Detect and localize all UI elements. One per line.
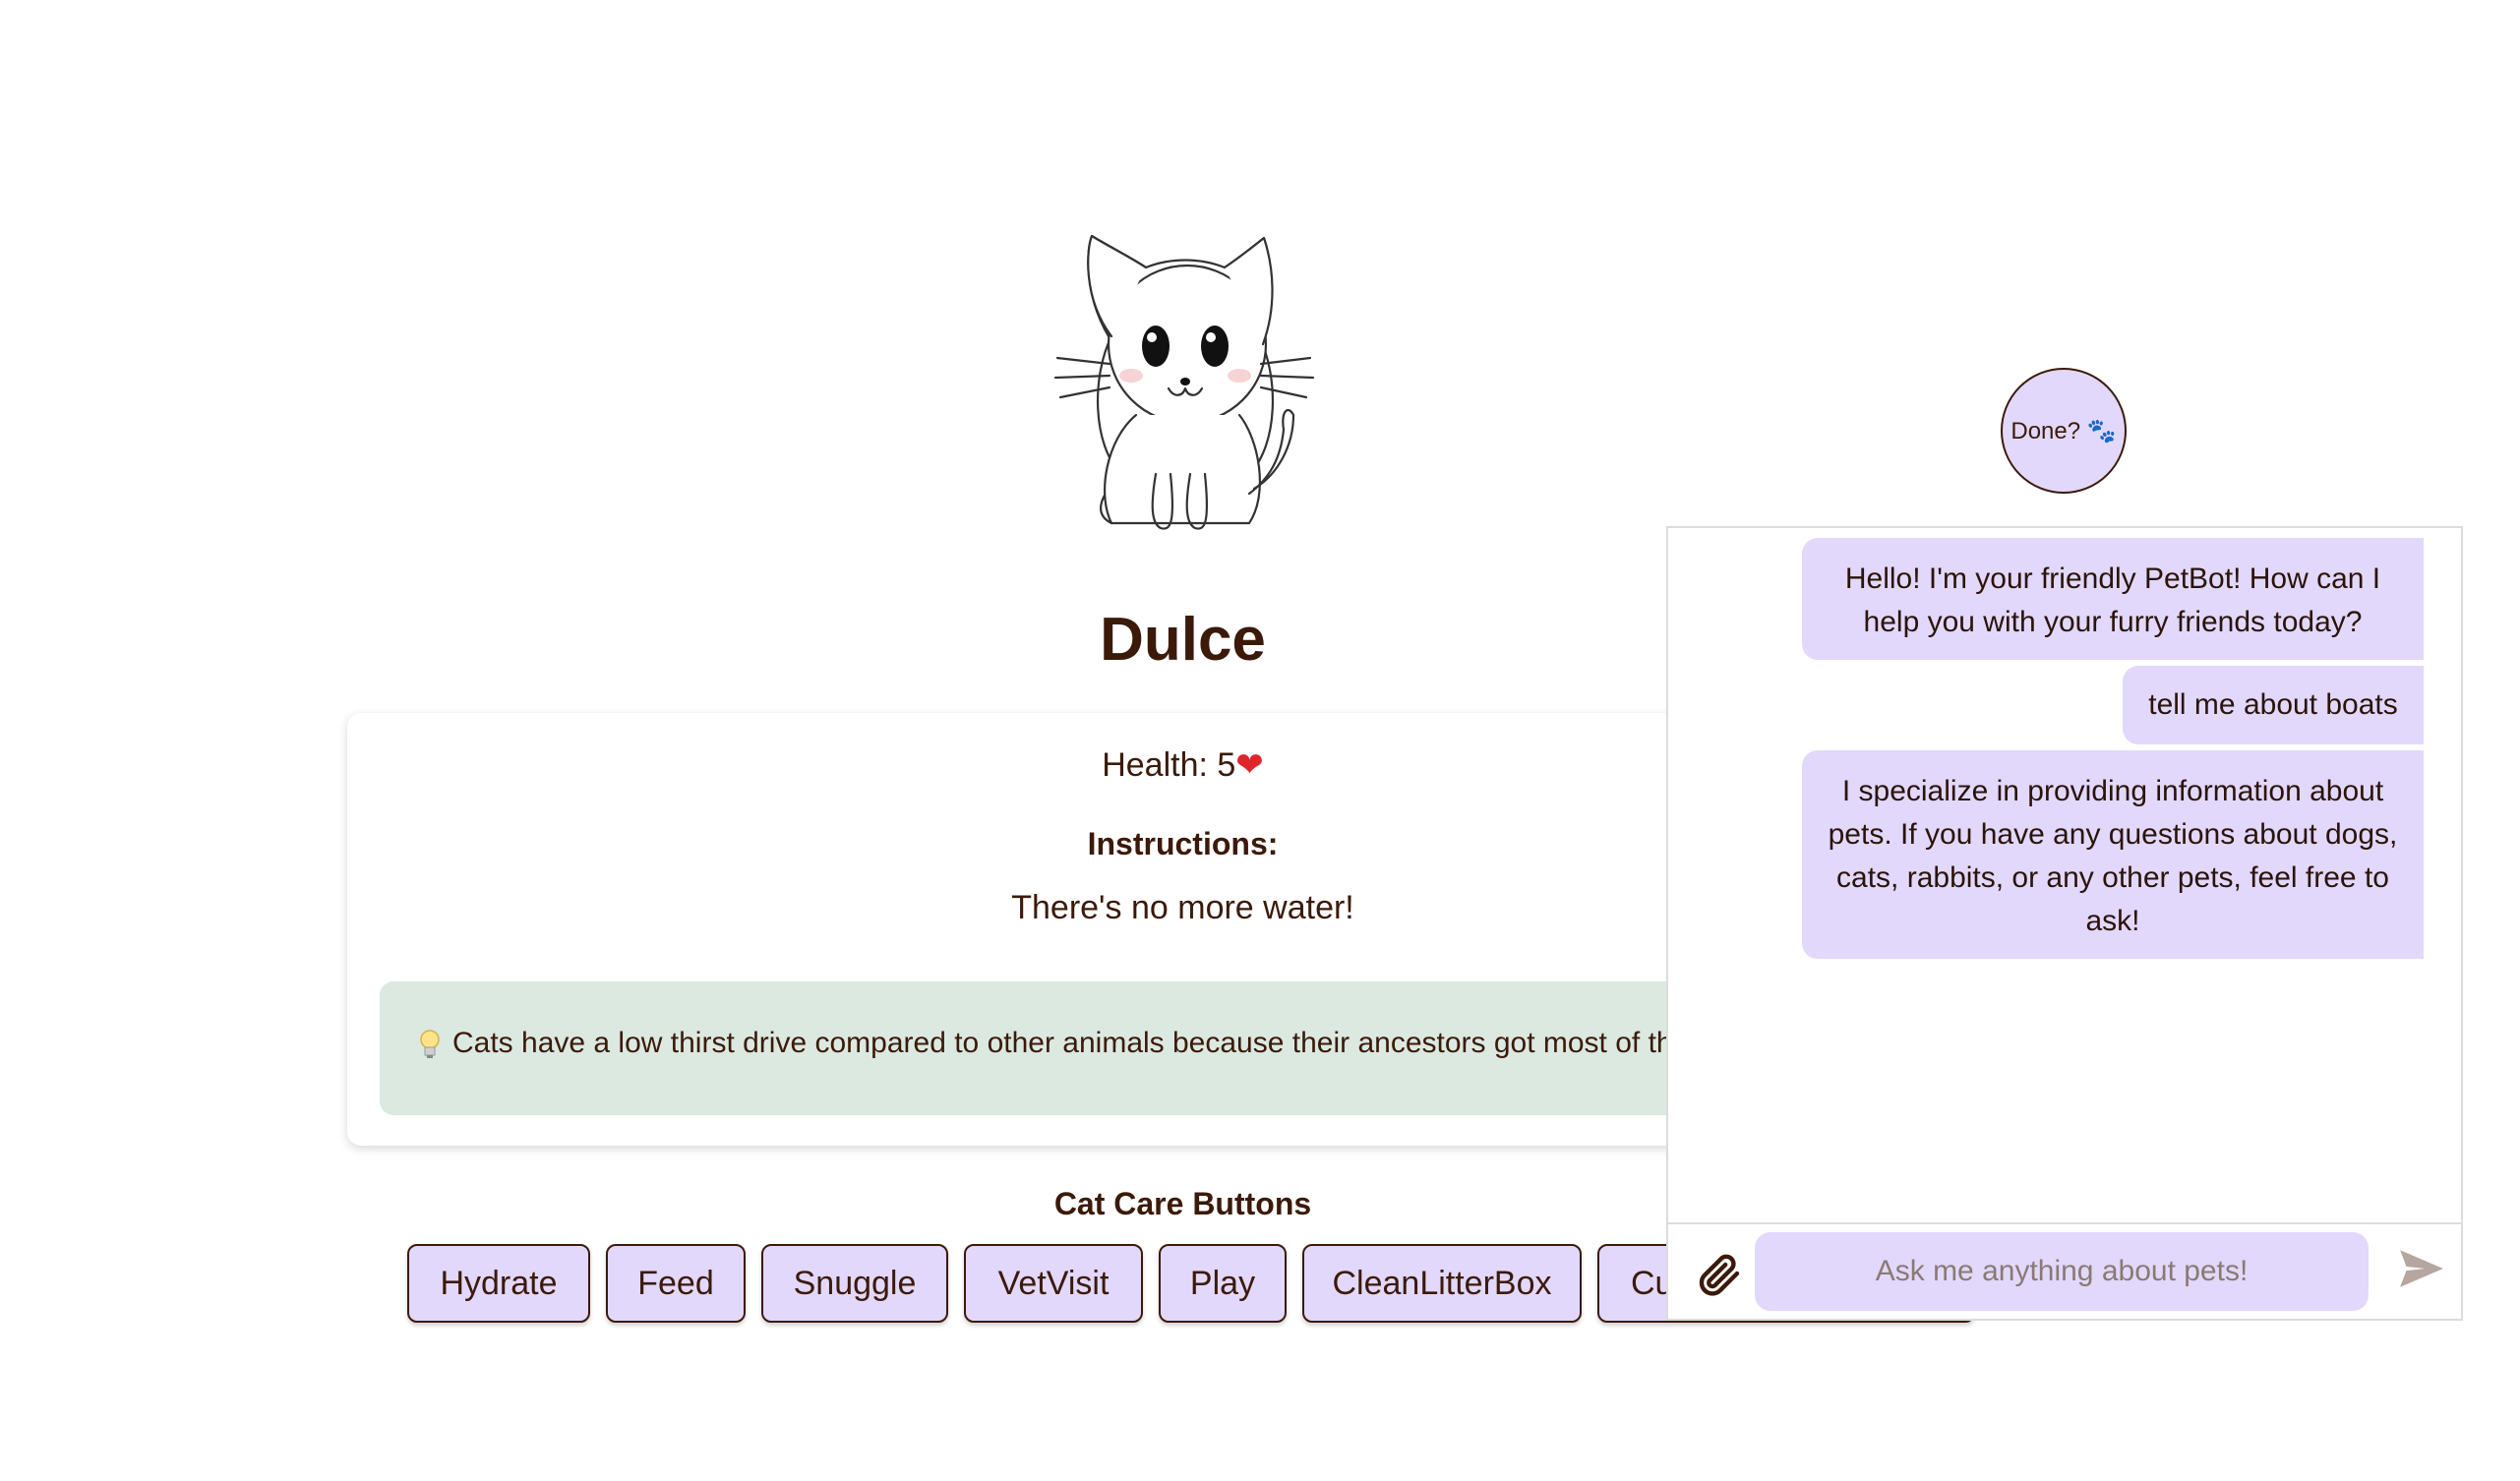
heart-icon: ❤	[1235, 746, 1264, 784]
cat-icon	[1053, 234, 1315, 530]
cleanlitterbox-button[interactable]: CleanLitterBox	[1302, 1244, 1582, 1323]
lightbulb-icon	[420, 1030, 440, 1059]
user-message: tell me about boats	[2123, 666, 2424, 744]
bot-message: Hello! I'm your friendly PetBot! How can…	[1802, 538, 2424, 660]
send-icon[interactable]	[2396, 1244, 2445, 1293]
fact-banner: Cats have a low thirst drive compared to…	[380, 981, 1855, 1115]
play-button[interactable]: Play	[1159, 1244, 1287, 1323]
vetvisit-button[interactable]: VetVisit	[964, 1244, 1143, 1323]
chat-divider	[1668, 1222, 2461, 1224]
done-button[interactable]: Done? 🐾	[2001, 368, 2127, 494]
paperclip-icon[interactable]	[1696, 1251, 1743, 1298]
cat-illustration	[1052, 228, 1318, 541]
health-label: Health: 5	[1102, 746, 1236, 784]
chat-input[interactable]	[1755, 1232, 2369, 1311]
chat-panel: Hello! I'm your friendly PetBot! How can…	[1666, 526, 2463, 1321]
snuggle-button[interactable]: Snuggle	[761, 1244, 948, 1323]
feed-button[interactable]: Feed	[606, 1244, 746, 1323]
fact-text: Cats have a low thirst drive compared to…	[452, 1027, 1855, 1059]
bot-message: I specialize in providing information ab…	[1802, 750, 2424, 959]
hydrate-button[interactable]: Hydrate	[407, 1244, 590, 1323]
